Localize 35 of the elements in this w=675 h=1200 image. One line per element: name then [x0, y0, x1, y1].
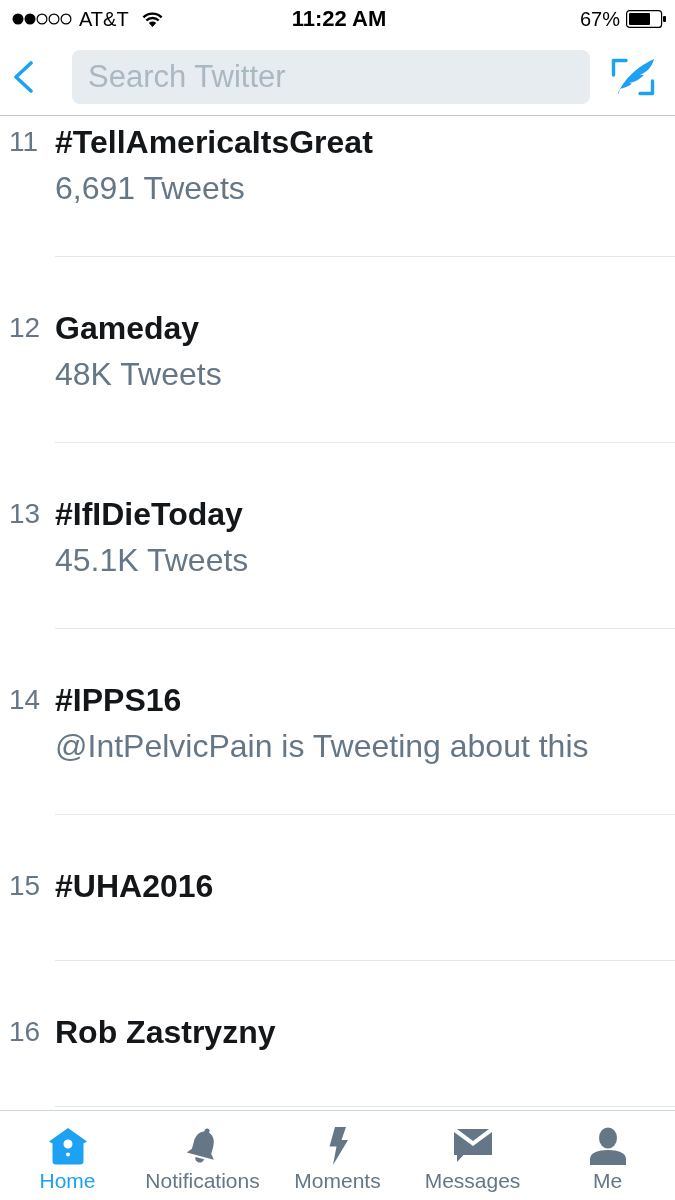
trend-description: 45.1K Tweets	[55, 542, 249, 578]
tab-item[interactable]: Notifications	[135, 1111, 270, 1200]
wifi-icon	[141, 11, 163, 27]
tab-item[interactable]: Messages	[405, 1111, 540, 1200]
trend-title[interactable]: #IfIDieToday	[55, 496, 243, 532]
lightning-icon	[326, 1127, 349, 1165]
trend-title[interactable]: #UHA2016	[55, 868, 214, 904]
trend-description: 48K Tweets	[55, 356, 222, 392]
battery-icon	[626, 10, 666, 28]
signal-icon	[12, 13, 72, 25]
trend-rank: 14	[9, 684, 41, 715]
trend-title[interactable]: #IPPS16	[55, 682, 182, 718]
search-field[interactable]: Search Twitter	[72, 49, 590, 104]
trend-rank: 13	[9, 498, 41, 529]
trend-rank: 15	[9, 870, 41, 901]
home-icon	[47, 1127, 88, 1165]
back-button[interactable]	[13, 60, 34, 93]
carrier-name: AT&T	[79, 7, 129, 31]
chevron-left-icon	[13, 60, 34, 93]
tab-item[interactable]: Moments	[270, 1111, 405, 1200]
tab-item[interactable]: Me	[540, 1111, 675, 1200]
trend-title[interactable]: #TellAmericaItsGreat	[55, 124, 373, 160]
trend-title[interactable]: Gameday	[55, 310, 200, 346]
quill-icon	[610, 57, 655, 96]
compose-button[interactable]	[610, 57, 655, 96]
trend-description: @IntPelvicPain is Tweeting about this	[55, 728, 589, 764]
trend-rank: 12	[9, 312, 41, 343]
trend-title[interactable]: Rob Zastryzny	[55, 1014, 276, 1050]
status-time: 11:22 AM	[291, 6, 387, 32]
battery-percent: 67%	[579, 7, 620, 31]
trend-rank: 11	[9, 126, 39, 157]
trend-rank: 16	[9, 1016, 41, 1047]
person-icon	[589, 1127, 626, 1165]
trend-description: 6,691 Tweets	[55, 170, 245, 206]
envelope-icon	[453, 1129, 492, 1163]
